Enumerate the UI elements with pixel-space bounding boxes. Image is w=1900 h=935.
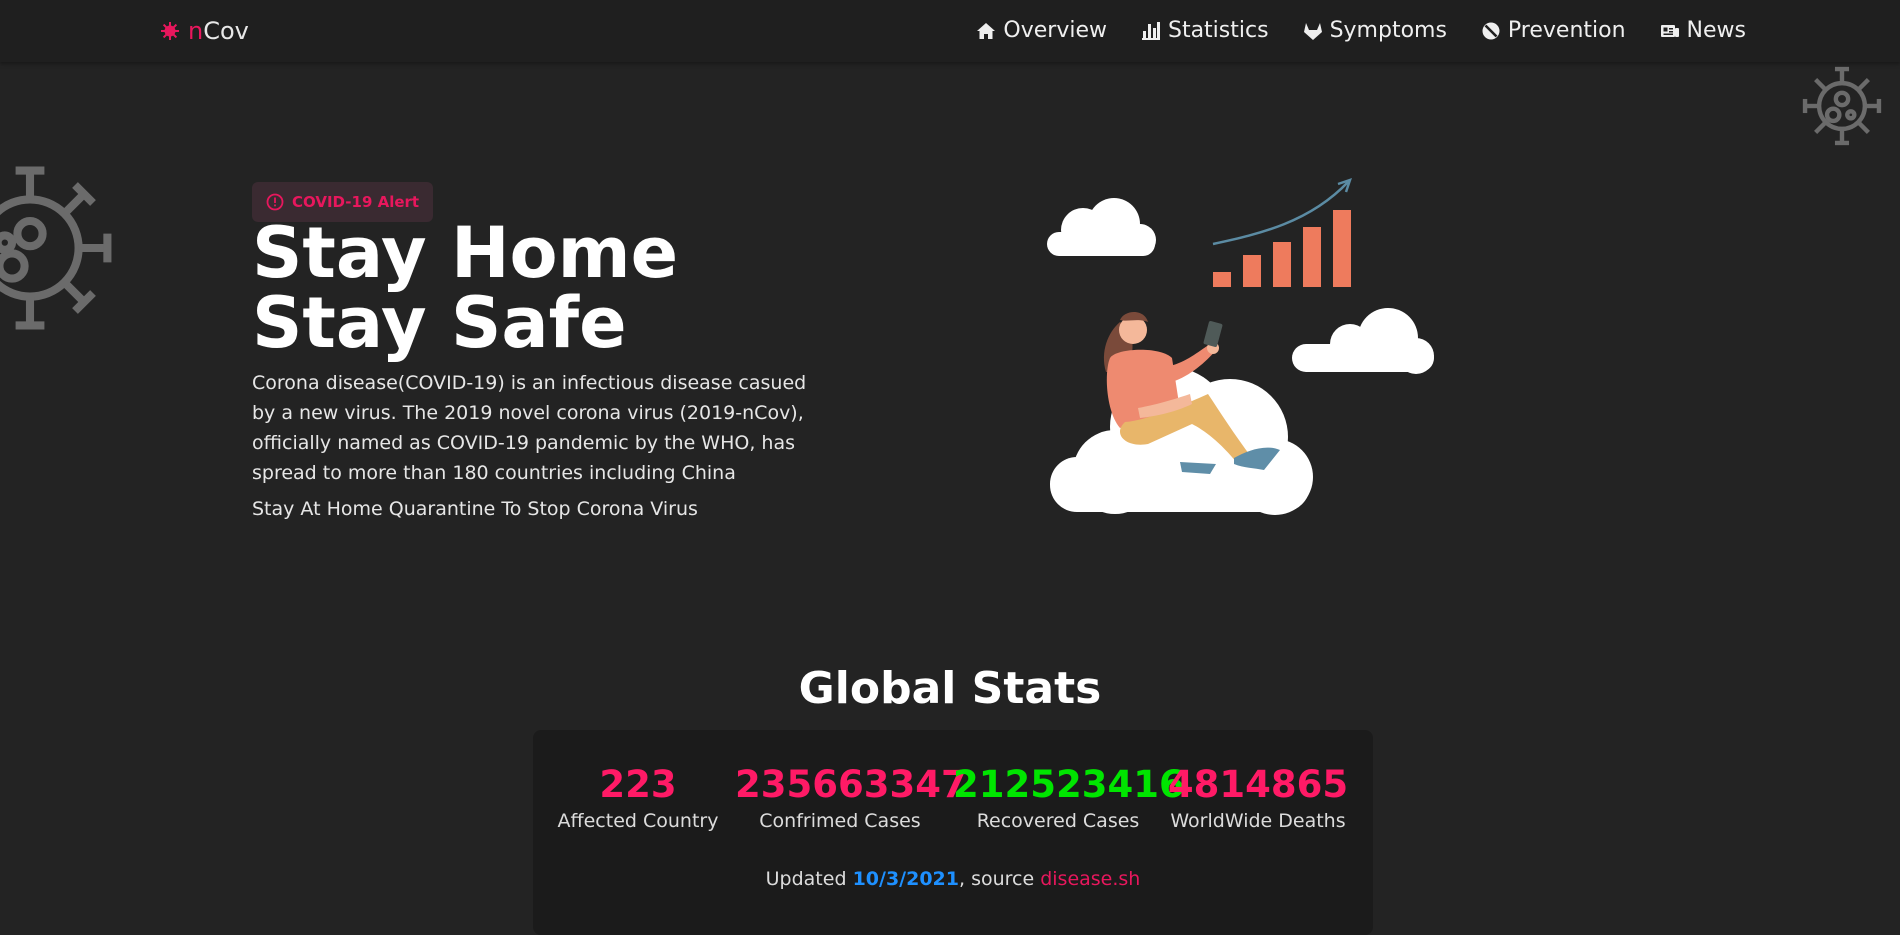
stat-label: Affected Country: [557, 810, 719, 832]
stat-label: WorldWide Deaths: [1170, 810, 1346, 832]
nav-overview-label: Overview: [1003, 18, 1107, 43]
top-navbar: nCov Overview Statistics Symptoms Preven…: [0, 0, 1900, 62]
stat-value: 4814865: [1167, 763, 1349, 806]
global-stats-title: Global Stats: [798, 663, 1102, 714]
stat-label: Confrimed Cases: [759, 810, 921, 832]
updated-mid: , source: [958, 868, 1041, 890]
brand-suffix: Cov: [203, 17, 249, 45]
nav-overview[interactable]: Overview: [976, 18, 1107, 43]
updated-date: 10/3/2021: [852, 868, 959, 890]
badge-label: COVID-19 Alert: [292, 193, 420, 211]
nav-news[interactable]: News: [1660, 18, 1746, 43]
main-nav: Overview Statistics Symptoms Prevention …: [976, 18, 1746, 43]
stay-home-illustration: [1047, 178, 1434, 515]
nav-statistics[interactable]: Statistics: [1141, 18, 1269, 43]
ban-icon: [1482, 22, 1500, 39]
stat-recovered-cases: 212523416 Recovered Cases: [953, 762, 1185, 832]
brand-prefix: n: [188, 17, 204, 45]
home-icon: [977, 22, 996, 39]
global-stats-card: 223 Affected Country 235663347 Confrimed…: [533, 730, 1373, 935]
hero-title-line1: Stay Home: [252, 212, 679, 294]
hero-title: Stay Home Stay Safe: [252, 218, 678, 358]
alert-circle-icon: [266, 193, 284, 211]
virus-icon: [160, 21, 180, 41]
virus-decoration-icon: [0, 166, 112, 330]
gitlab-fox-icon: [1303, 22, 1322, 40]
stat-affected-country: 223 Affected Country: [553, 762, 723, 832]
updated-prefix: Updated: [765, 868, 853, 890]
virus-decoration-icon: [1802, 66, 1882, 146]
source-link[interactable]: disease.sh: [1040, 868, 1140, 890]
hero-description: Corona disease(COVID-19) is an infectiou…: [252, 372, 807, 484]
nav-symptoms-label: Symptoms: [1329, 18, 1447, 43]
nav-prevention-label: Prevention: [1507, 18, 1626, 43]
brand-logo[interactable]: nCov: [160, 17, 249, 45]
nav-statistics-label: Statistics: [1167, 18, 1269, 43]
stat-label: Recovered Cases: [976, 810, 1140, 832]
stat-value: 235663347: [735, 763, 967, 806]
stat-confirmed-cases: 235663347 Confrimed Cases: [735, 762, 967, 832]
nav-prevention[interactable]: Prevention: [1481, 18, 1626, 43]
nav-symptoms[interactable]: Symptoms: [1303, 18, 1447, 43]
stat-value: 212523416: [953, 763, 1185, 806]
newspaper-icon: [1660, 24, 1679, 37]
bar-chart-icon: [1141, 21, 1160, 40]
updated-note: Updated 10/3/2021, source disease.sh: [533, 868, 1373, 890]
hero-title-line2: Stay Safe: [252, 282, 627, 364]
stat-worldwide-deaths: 4814865 WorldWide Deaths: [1163, 762, 1353, 832]
nav-news-label: News: [1686, 18, 1746, 43]
hero-subtext: Stay At Home Quarantine To Stop Corona V…: [252, 498, 698, 520]
stat-value: 223: [599, 763, 677, 806]
